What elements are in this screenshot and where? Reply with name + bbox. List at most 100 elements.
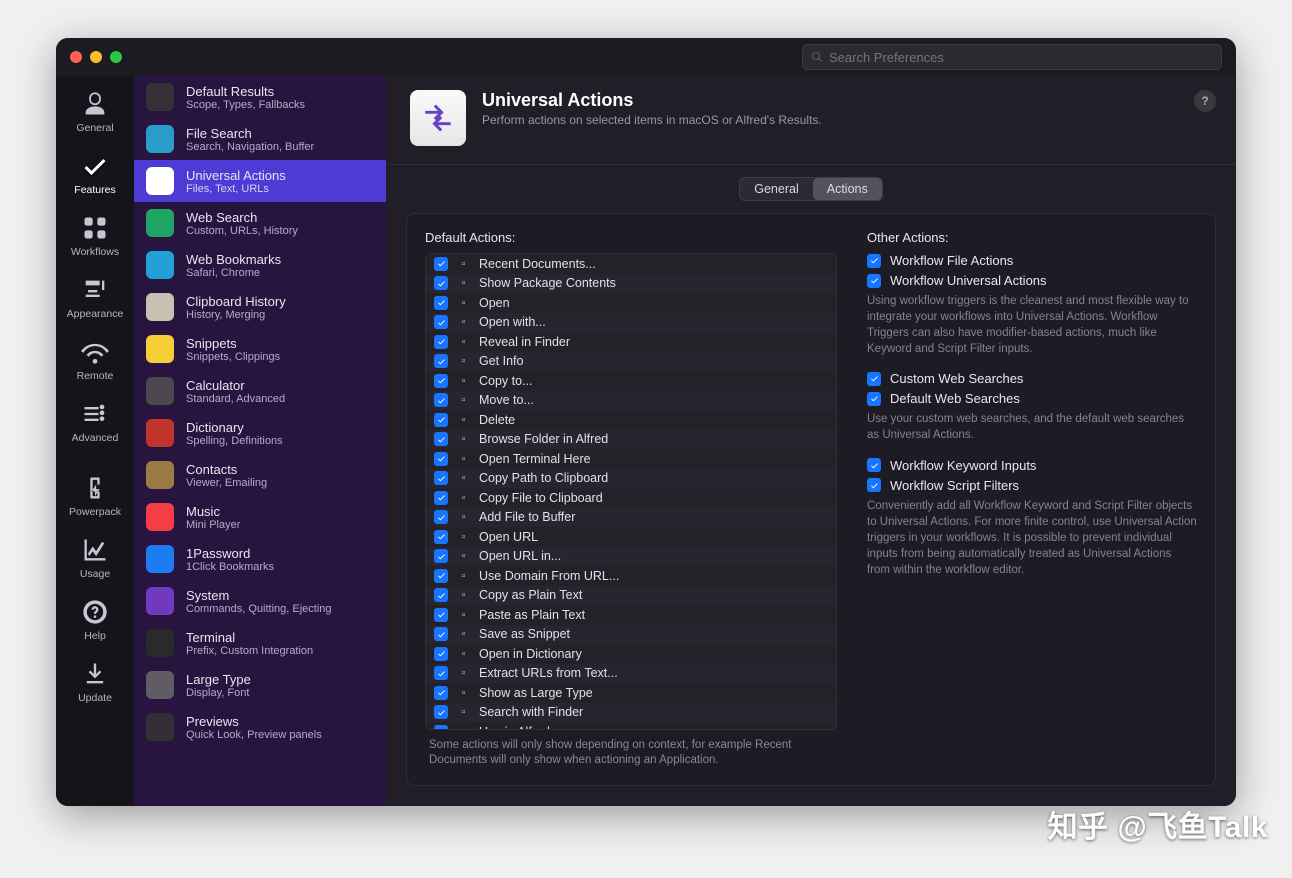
rail-item-appearance[interactable]: Appearance bbox=[56, 268, 134, 330]
search-input[interactable] bbox=[829, 50, 1213, 65]
checkbox-icon[interactable] bbox=[434, 530, 448, 544]
feature-web-bookmarks[interactable]: Web Bookmarks Safari, Chrome bbox=[134, 244, 386, 286]
feature-music[interactable]: Music Mini Player bbox=[134, 496, 386, 538]
checkbox-icon[interactable] bbox=[434, 276, 448, 290]
checkbox-icon[interactable] bbox=[867, 372, 881, 386]
option-custom-web-searches[interactable]: Custom Web Searches bbox=[867, 371, 1197, 386]
action-row[interactable]: ▫︎ Use Domain From URL... bbox=[426, 566, 836, 586]
checkbox-icon[interactable] bbox=[434, 393, 448, 407]
checkbox-icon[interactable] bbox=[434, 491, 448, 505]
zoom-icon[interactable] bbox=[110, 51, 122, 63]
action-row[interactable]: ▫︎ Copy as Plain Text bbox=[426, 586, 836, 606]
feature-dictionary[interactable]: Dictionary Spelling, Definitions bbox=[134, 412, 386, 454]
action-row[interactable]: ▫︎ Copy File to Clipboard bbox=[426, 488, 836, 508]
action-row[interactable]: ▫︎ Copy to... bbox=[426, 371, 836, 391]
feature-previews[interactable]: Previews Quick Look, Preview panels bbox=[134, 706, 386, 748]
minimize-icon[interactable] bbox=[90, 51, 102, 63]
option-workflow-universal-actions[interactable]: Workflow Universal Actions bbox=[867, 273, 1197, 288]
action-row[interactable]: ▫︎ Open bbox=[426, 293, 836, 313]
feature-universal-actions[interactable]: Universal Actions Files, Text, URLs bbox=[134, 160, 386, 202]
rail-item-help[interactable]: Help bbox=[56, 590, 134, 652]
action-row[interactable]: ▫︎ Get Info bbox=[426, 352, 836, 372]
option-workflow-script-filters[interactable]: Workflow Script Filters bbox=[867, 478, 1197, 493]
action-row[interactable]: ▫︎ Use in Alfred bbox=[426, 722, 836, 730]
action-row[interactable]: ▫︎ Copy Path to Clipboard bbox=[426, 469, 836, 489]
rail-item-usage[interactable]: Usage bbox=[56, 528, 134, 590]
tab-general[interactable]: General bbox=[740, 178, 812, 200]
checkbox-icon[interactable] bbox=[434, 335, 448, 349]
feature-system[interactable]: System Commands, Quitting, Ejecting bbox=[134, 580, 386, 622]
default-actions-list[interactable]: ▫︎ Recent Documents... ▫︎ Show Package C… bbox=[425, 253, 837, 730]
rail-item-remote[interactable]: Remote bbox=[56, 330, 134, 392]
action-row[interactable]: ▫︎ Delete bbox=[426, 410, 836, 430]
action-row[interactable]: ▫︎ Open in Dictionary bbox=[426, 644, 836, 664]
action-row[interactable]: ▫︎ Extract URLs from Text... bbox=[426, 664, 836, 684]
action-row[interactable]: ▫︎ Browse Folder in Alfred bbox=[426, 430, 836, 450]
checkbox-icon[interactable] bbox=[867, 458, 881, 472]
checkbox-icon[interactable] bbox=[434, 686, 448, 700]
checkbox-icon[interactable] bbox=[434, 452, 448, 466]
rail-item-general[interactable]: General bbox=[56, 82, 134, 144]
feature-calculator[interactable]: Calculator Standard, Advanced bbox=[134, 370, 386, 412]
checkbox-icon[interactable] bbox=[434, 354, 448, 368]
feature-contacts[interactable]: Contacts Viewer, Emailing bbox=[134, 454, 386, 496]
checkbox-icon[interactable] bbox=[434, 315, 448, 329]
feature-web-search[interactable]: Web Search Custom, URLs, History bbox=[134, 202, 386, 244]
checkbox-icon[interactable] bbox=[434, 549, 448, 563]
rail-item-update[interactable]: Update bbox=[56, 652, 134, 714]
action-row[interactable]: ▫︎ Save as Snippet bbox=[426, 625, 836, 645]
checkbox-icon[interactable] bbox=[434, 413, 448, 427]
checkbox-icon[interactable] bbox=[434, 432, 448, 446]
checkbox-icon[interactable] bbox=[434, 666, 448, 680]
checkbox-icon[interactable] bbox=[434, 627, 448, 641]
action-row[interactable]: ▫︎ Move to... bbox=[426, 391, 836, 411]
feature-terminal[interactable]: Terminal Prefix, Custom Integration bbox=[134, 622, 386, 664]
checkbox-icon[interactable] bbox=[867, 254, 881, 268]
tab-actions[interactable]: Actions bbox=[813, 178, 882, 200]
action-row[interactable]: ▫︎ Show Package Contents bbox=[426, 274, 836, 294]
rail-item-advanced[interactable]: Advanced bbox=[56, 392, 134, 454]
checkbox-icon[interactable] bbox=[434, 296, 448, 310]
checkbox-icon[interactable] bbox=[434, 569, 448, 583]
close-icon[interactable] bbox=[70, 51, 82, 63]
action-row[interactable]: ▫︎ Show as Large Type bbox=[426, 683, 836, 703]
action-row[interactable]: ▫︎ Add File to Buffer bbox=[426, 508, 836, 528]
checkbox-icon[interactable] bbox=[434, 608, 448, 622]
action-row[interactable]: ▫︎ Open Terminal Here bbox=[426, 449, 836, 469]
help-button[interactable]: ? bbox=[1194, 90, 1216, 112]
feature-large-type[interactable]: Large Type Display, Font bbox=[134, 664, 386, 706]
checkbox-icon[interactable] bbox=[434, 471, 448, 485]
checkbox-icon[interactable] bbox=[434, 588, 448, 602]
feature-clipboard-history[interactable]: Clipboard History History, Merging bbox=[134, 286, 386, 328]
checkbox-icon[interactable] bbox=[434, 510, 448, 524]
option-default-web-searches[interactable]: Default Web Searches bbox=[867, 391, 1197, 406]
option-workflow-file-actions[interactable]: Workflow File Actions bbox=[867, 253, 1197, 268]
action-row[interactable]: ▫︎ Reveal in Finder bbox=[426, 332, 836, 352]
action-row[interactable]: ▫︎ Search with Finder bbox=[426, 703, 836, 723]
action-row[interactable]: ▫︎ Paste as Plain Text bbox=[426, 605, 836, 625]
feature-snippets[interactable]: Snippets Snippets, Clippings bbox=[134, 328, 386, 370]
checkbox-icon[interactable] bbox=[434, 374, 448, 388]
checkbox-icon[interactable] bbox=[434, 705, 448, 719]
action-row[interactable]: ▫︎ Open URL bbox=[426, 527, 836, 547]
rail-label: Advanced bbox=[72, 432, 119, 444]
option-workflow-keyword-inputs[interactable]: Workflow Keyword Inputs bbox=[867, 458, 1197, 473]
feature-1password[interactable]: 1Password 1Click Bookmarks bbox=[134, 538, 386, 580]
checkbox-icon[interactable] bbox=[867, 392, 881, 406]
checkbox-icon[interactable] bbox=[434, 257, 448, 271]
search-input-container[interactable] bbox=[802, 44, 1222, 70]
feature-icon bbox=[146, 545, 174, 573]
feature-default-results[interactable]: Default Results Scope, Types, Fallbacks bbox=[134, 76, 386, 118]
checkbox-icon[interactable] bbox=[867, 274, 881, 288]
action-label: Open in Dictionary bbox=[479, 647, 582, 661]
action-row[interactable]: ▫︎ Open with... bbox=[426, 313, 836, 333]
action-icon: ▫︎ bbox=[456, 256, 471, 271]
rail-item-workflows[interactable]: Workflows bbox=[56, 206, 134, 268]
checkbox-icon[interactable] bbox=[867, 478, 881, 492]
feature-file-search[interactable]: File Search Search, Navigation, Buffer bbox=[134, 118, 386, 160]
checkbox-icon[interactable] bbox=[434, 647, 448, 661]
rail-item-features[interactable]: Features bbox=[56, 144, 134, 206]
rail-item-powerpack[interactable]: Powerpack bbox=[56, 466, 134, 528]
action-row[interactable]: ▫︎ Open URL in... bbox=[426, 547, 836, 567]
action-row[interactable]: ▫︎ Recent Documents... bbox=[426, 254, 836, 274]
